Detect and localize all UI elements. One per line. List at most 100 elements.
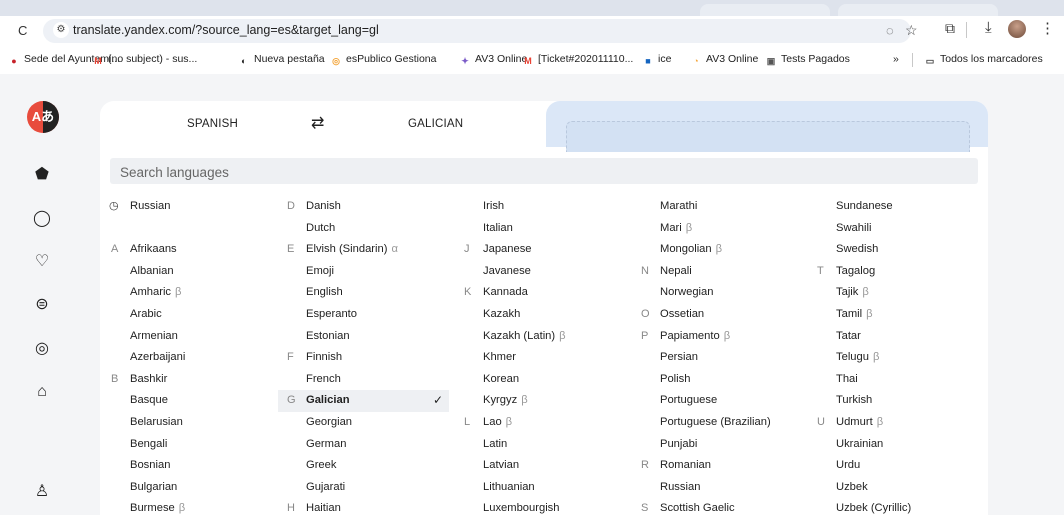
- language-option[interactable]: G Galician ✓: [278, 390, 449, 412]
- language-option[interactable]: Turkish: [836, 390, 976, 412]
- camera-icon[interactable]: ◎: [31, 338, 53, 360]
- language-option[interactable]: Mari β: [660, 218, 810, 240]
- menu-kebab-icon[interactable]: ⋮: [1040, 19, 1055, 37]
- language-option[interactable]: Javanese: [483, 261, 633, 283]
- language-option[interactable]: Russian: [660, 477, 810, 499]
- language-option[interactable]: N Nepali: [641, 261, 810, 283]
- language-option[interactable]: Dutch: [306, 218, 449, 240]
- language-option[interactable]: Bosnian: [130, 455, 290, 477]
- language-option[interactable]: Armenian: [130, 326, 290, 348]
- source-language-button[interactable]: SPANISH: [187, 118, 238, 130]
- language-option[interactable]: Sundanese: [836, 196, 976, 218]
- language-option[interactable]: Emoji: [306, 261, 449, 283]
- site-translate-icon[interactable]: ⌂: [31, 381, 53, 403]
- language-option[interactable]: K Kannada: [464, 282, 633, 304]
- target-language-button[interactable]: GALICIAN: [408, 118, 463, 130]
- download-icon[interactable]: ⤓: [985, 19, 992, 36]
- language-option[interactable]: Tamil β: [836, 304, 976, 326]
- language-option[interactable]: English: [306, 282, 449, 304]
- language-option[interactable]: L Lao β: [464, 412, 633, 434]
- language-option[interactable]: Georgian: [306, 412, 449, 434]
- language-option[interactable]: B Bashkir: [111, 369, 290, 391]
- language-option[interactable]: Kazakh (Latin) β: [483, 326, 633, 348]
- bookmark-item[interactable]: M [Ticket#202011110...: [522, 53, 633, 67]
- document-icon[interactable]: ⊜: [31, 294, 53, 316]
- language-option[interactable]: Swedish: [836, 239, 976, 261]
- bookmark-star-icon[interactable]: ☆: [905, 22, 918, 39]
- language-option[interactable]: R Romanian: [641, 455, 810, 477]
- bookmark-item[interactable]: ◐ Nueva pestaña: [238, 53, 324, 67]
- language-option[interactable]: Tajik β: [836, 282, 976, 304]
- language-option[interactable]: Lithuanian: [483, 477, 633, 499]
- extensions-icon[interactable]: ⧉: [945, 20, 955, 37]
- language-option[interactable]: Belarusian: [130, 412, 290, 434]
- chat-icon[interactable]: ◯: [31, 208, 53, 230]
- profile-avatar[interactable]: [1008, 20, 1026, 38]
- language-option[interactable]: Greek: [306, 455, 449, 477]
- language-option[interactable]: French: [306, 369, 449, 391]
- browser-tab[interactable]: [700, 4, 830, 16]
- language-option[interactable]: Amharic β: [130, 282, 290, 304]
- language-option[interactable]: Ukrainian: [836, 434, 976, 456]
- eye-off-icon[interactable]: ◌: [886, 23, 894, 38]
- language-option[interactable]: Latin: [483, 434, 633, 456]
- language-option[interactable]: Albanian: [130, 261, 290, 283]
- all-bookmarks-folder[interactable]: ▭ Todos los marcadores: [924, 53, 1043, 67]
- language-option[interactable]: D Danish: [287, 196, 449, 218]
- language-option[interactable]: Norwegian: [660, 282, 810, 304]
- language-option[interactable]: H Haitian: [287, 498, 449, 520]
- language-option[interactable]: A Afrikaans: [111, 239, 290, 261]
- language-option[interactable]: P Papiamento β: [641, 326, 810, 348]
- language-option[interactable]: Italian: [483, 218, 633, 240]
- language-option[interactable]: Kazakh: [483, 304, 633, 326]
- language-option[interactable]: F Finnish: [287, 347, 449, 369]
- language-option[interactable]: Marathi: [660, 196, 810, 218]
- language-option[interactable]: Uzbek: [836, 477, 976, 499]
- language-option[interactable]: German: [306, 434, 449, 456]
- language-option[interactable]: Thai: [836, 369, 976, 391]
- language-option[interactable]: Basque: [130, 390, 290, 412]
- bookmark-item[interactable]: ■ ice: [642, 53, 671, 67]
- user-icon[interactable]: ♙: [31, 481, 53, 503]
- reload-icon[interactable]: C: [18, 23, 27, 38]
- language-option[interactable]: Arabic: [130, 304, 290, 326]
- language-option[interactable]: Khmer: [483, 347, 633, 369]
- language-option[interactable]: Punjabi: [660, 434, 810, 456]
- language-option[interactable]: Mongolian β: [660, 239, 810, 261]
- language-option[interactable]: Burmese β: [130, 498, 290, 520]
- language-option[interactable]: Azerbaijani: [130, 347, 290, 369]
- swap-languages-icon[interactable]: ⇄: [311, 113, 324, 133]
- bookmark-item[interactable]: ◎ esPublico Gestiona: [330, 53, 436, 67]
- language-option[interactable]: U Udmurt β: [817, 412, 976, 434]
- site-settings-icon[interactable]: ⚙: [53, 22, 69, 38]
- language-option[interactable]: Bengali: [130, 434, 290, 456]
- language-option[interactable]: Telugu β: [836, 347, 976, 369]
- language-option[interactable]: Uzbek (Cyrillic): [836, 498, 976, 520]
- language-option[interactable]: Kyrgyz β: [483, 390, 633, 412]
- language-option[interactable]: Tatar: [836, 326, 976, 348]
- language-option[interactable]: J Japanese: [464, 239, 633, 261]
- language-option[interactable]: Latvian: [483, 455, 633, 477]
- search-languages-input[interactable]: [118, 161, 962, 183]
- language-option[interactable]: Estonian: [306, 326, 449, 348]
- bookmark-item[interactable]: ◔ AV3 Online: [690, 53, 758, 67]
- language-option[interactable]: Swahili: [836, 218, 976, 240]
- language-option[interactable]: Bulgarian: [130, 477, 290, 499]
- language-option[interactable]: ◷ Russian: [109, 196, 290, 218]
- language-option[interactable]: Urdu: [836, 455, 976, 477]
- language-option[interactable]: Korean: [483, 369, 633, 391]
- language-option[interactable]: Luxembourgish: [483, 498, 633, 520]
- bookmark-item[interactable]: ▣ Tests Pagados: [765, 53, 850, 67]
- url-text[interactable]: translate.yandex.com/?source_lang=es&tar…: [73, 23, 379, 37]
- language-option[interactable]: O Ossetian: [641, 304, 810, 326]
- language-option[interactable]: Portuguese: [660, 390, 810, 412]
- language-option[interactable]: Persian: [660, 347, 810, 369]
- yandex-translate-logo[interactable]: Aあ: [27, 101, 59, 133]
- bookmark-item[interactable]: ✦ AV3 Online: [459, 53, 527, 67]
- language-option[interactable]: Irish: [483, 196, 633, 218]
- language-option[interactable]: E Elvish (Sindarin) α: [287, 239, 449, 261]
- bookmarks-overflow-button[interactable]: »: [893, 53, 899, 65]
- browser-tab[interactable]: [838, 4, 998, 16]
- language-option[interactable]: Esperanto: [306, 304, 449, 326]
- language-option[interactable]: Gujarati: [306, 477, 449, 499]
